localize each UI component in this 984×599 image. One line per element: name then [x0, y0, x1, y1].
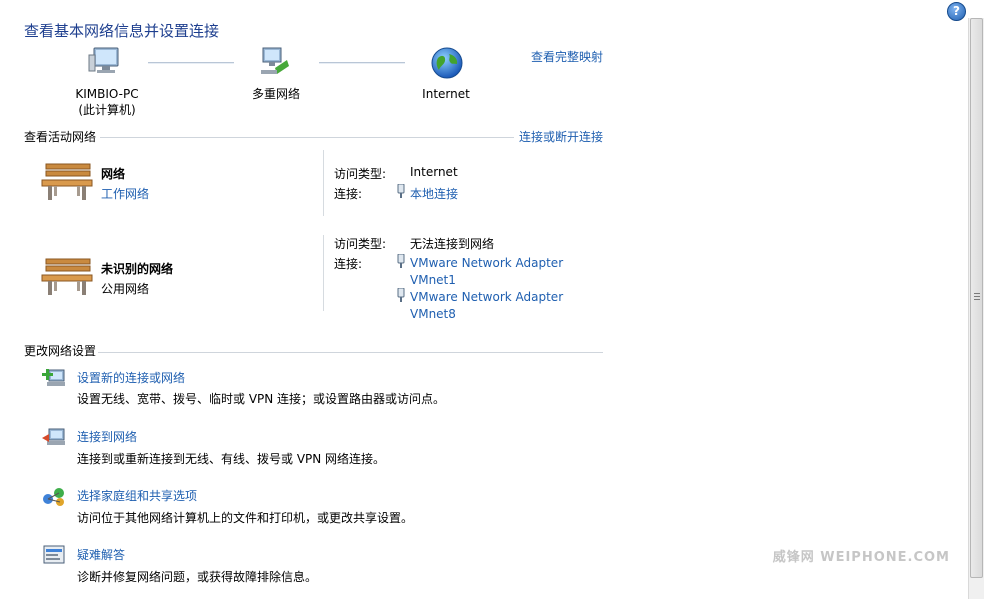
new-connection-icon — [41, 367, 67, 392]
scrollbar-thumb[interactable] — [970, 18, 983, 578]
troubleshoot-desc: 诊断并修复网络问题，或获得故障排除信息。 — [77, 570, 318, 584]
vmnet8-line2: VMnet8 — [410, 307, 456, 321]
local-connection-link[interactable]: 本地连接 — [410, 185, 458, 202]
vmnet8-link[interactable]: VMware Network Adapter VMnet8 — [410, 289, 563, 323]
computer-icon[interactable] — [88, 46, 122, 81]
map-connector-1 — [148, 62, 234, 64]
network-2-divider — [323, 235, 324, 311]
bench-icon — [40, 160, 94, 207]
troubleshoot-link[interactable]: 疑难解答 — [77, 546, 125, 563]
pc-sub: (此计算机) — [78, 103, 136, 117]
homegroup-icon — [41, 485, 67, 510]
change-settings-divider — [98, 352, 603, 353]
connect-to-network-desc: 连接到或重新连接到无线、有线、拨号或 VPN 网络连接。 — [77, 452, 386, 466]
homegroup-sharing-desc: 访问位于其他网络计算机上的文件和打印机，或更改共享设置。 — [77, 511, 414, 525]
active-networks-divider — [100, 137, 514, 138]
network-1-name: 网络 — [101, 167, 126, 181]
map-connector-2 — [319, 62, 405, 64]
adapter-icon — [396, 287, 406, 305]
connect-network-icon — [41, 426, 67, 451]
multiple-networks-icon[interactable] — [259, 46, 295, 81]
connect-to-network-link[interactable]: 连接到网络 — [77, 428, 137, 445]
help-icon[interactable]: ? — [947, 2, 966, 21]
page-title: 查看基本网络信息并设置连接 — [24, 22, 220, 40]
setup-connection-link[interactable]: 设置新的连接或网络 — [77, 369, 185, 386]
network-2-conn-label: 连接: — [334, 257, 363, 271]
adapter-icon — [396, 253, 406, 271]
watermark: 威锋网 WEIPHONE.COM — [772, 550, 950, 565]
network-1-type-link[interactable]: 工作网络 — [101, 185, 149, 202]
pc-name-label: KIMBIO-PC (此计算机) — [47, 86, 167, 118]
network-1-access-label: 访问类型: — [334, 167, 387, 181]
network-2-access-label: 访问类型: — [334, 237, 387, 251]
change-settings-heading: 更改网络设置 — [24, 344, 97, 358]
network-1-access-value: Internet — [410, 165, 458, 179]
setup-connection-desc: 设置无线、宽带、拨号、临时或 VPN 连接；或设置路由器或访问点。 — [77, 392, 446, 406]
network-2-access-value: 无法连接到网络 — [410, 237, 495, 251]
vmnet1-link[interactable]: VMware Network Adapter VMnet1 — [410, 255, 563, 289]
network-2-type: 公用网络 — [101, 282, 150, 296]
active-networks-heading: 查看活动网络 — [24, 130, 97, 144]
network-1-conn-label: 连接: — [334, 187, 363, 201]
network-1-divider — [323, 150, 324, 216]
internet-label: Internet — [422, 87, 470, 101]
vmnet8-line1: VMware Network Adapter — [410, 290, 564, 304]
connect-disconnect-link[interactable]: 连接或断开连接 — [519, 128, 603, 145]
homegroup-sharing-link[interactable]: 选择家庭组和共享选项 — [77, 487, 197, 504]
multiple-networks-label: 多重网络 — [251, 87, 300, 101]
network-2-name: 未识别的网络 — [101, 262, 174, 276]
troubleshoot-icon — [42, 544, 66, 569]
view-full-map-link[interactable]: 查看完整映射 — [531, 48, 603, 65]
adapter-icon — [396, 183, 406, 201]
vmnet1-line1: VMware Network Adapter — [410, 256, 564, 270]
vmnet1-line2: VMnet1 — [410, 273, 456, 287]
internet-globe-icon[interactable] — [430, 46, 464, 83]
pc-name: KIMBIO-PC — [75, 87, 139, 101]
bench-icon — [40, 255, 94, 302]
